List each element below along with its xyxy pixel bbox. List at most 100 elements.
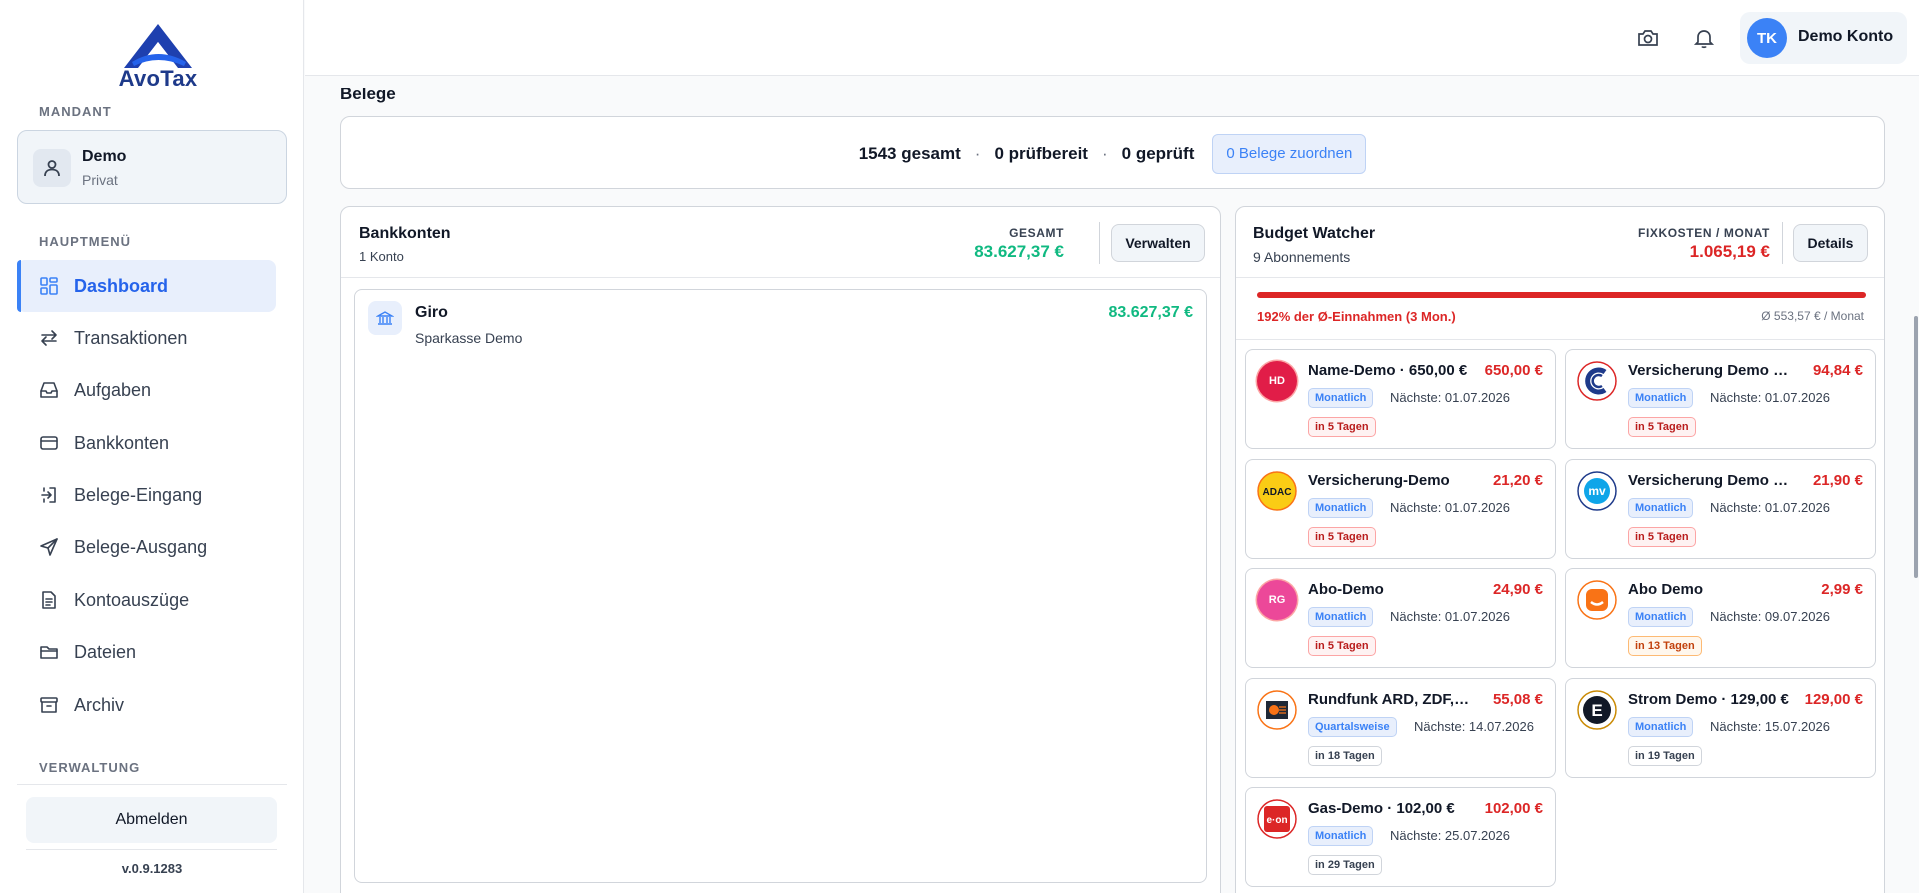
sidebar-item-label: Archiv <box>74 694 125 715</box>
app-version: v.0.9.1283 <box>121 861 183 876</box>
header-divider <box>1782 222 1783 264</box>
avotax-logo[interactable]: AvoTax <box>110 22 206 91</box>
camera-icon[interactable] <box>1636 26 1660 50</box>
subscription-card[interactable]: Abo Demo 2,99 € Monatlich Nächste: 09.07.20… <box>1565 568 1876 668</box>
sidebar-item-aufgaben[interactable]: Aufgaben <box>17 364 276 416</box>
subscription-name: Versicherung Demo · 21,90 € <box>1628 472 1790 489</box>
next-payment-date: Nächste: 01.07.2026 <box>1390 500 1510 515</box>
due-badge: in 5 Tagen <box>1308 636 1376 656</box>
document-icon <box>39 590 59 610</box>
logo-mark-icon <box>124 24 192 68</box>
sidebar-item-archiv[interactable]: Archiv <box>17 679 276 731</box>
subscription-name: Abo-Demo <box>1308 581 1384 598</box>
subscription-price: 102,00 € <box>1484 800 1543 817</box>
logout-button[interactable]: Abmelden <box>26 797 277 843</box>
dashboard-icon <box>39 276 59 296</box>
subscription-logo-icon <box>1257 690 1297 730</box>
sidebar-item-belege-eingang[interactable]: Belege-Eingang <box>17 469 276 521</box>
subscription-logo-icon: RG <box>1257 580 1297 620</box>
panel-divider <box>1236 339 1884 340</box>
belege-checked: 0 geprüft <box>1121 143 1195 163</box>
budget-watcher-panel: Budget Watcher 9 Abonnements FIXKOSTEN /… <box>1235 206 1885 893</box>
subscription-name: Rundfunk ARD, ZDF, Deutschlandradio <box>1308 691 1470 708</box>
due-badge: in 18 Tagen <box>1308 746 1382 766</box>
svg-text:ADAC: ADAC <box>1263 487 1292 498</box>
bank-accounts-panel: Bankkonten 1 Konto GESAMT 83.627,37 € Ve… <box>340 206 1221 893</box>
fixed-costs-label: FIXKOSTEN / MONAT <box>1638 226 1770 240</box>
footer-divider <box>26 849 277 850</box>
main-menu-label: HAUPTMENÜ <box>39 234 132 249</box>
fixed-costs-value: 1.065,19 € <box>1689 242 1770 261</box>
account-list-item[interactable]: Giro Sparkasse Demo 83.627,37 € <box>354 289 1207 883</box>
assign-belege-button[interactable]: 0 Belege zuordnen <box>1212 133 1367 174</box>
subscription-card[interactable]: E Strom Demo · 129,00 € 129,00 € Monatlich N… <box>1565 678 1876 778</box>
manage-accounts-button[interactable]: Verwalten <box>1111 224 1205 262</box>
sidebar-item-label: Dashboard <box>74 275 169 296</box>
frequency-badge: Monatlich <box>1308 607 1374 627</box>
sidebar-item-label: Aufgaben <box>74 379 152 400</box>
sidebar-item-kontoauszüge[interactable]: Kontoauszüge <box>17 574 276 626</box>
scrollbar[interactable] <box>1914 316 1918 578</box>
subscription-price: 650,00 € <box>1484 362 1543 379</box>
next-payment-date: Nächste: 09.07.2026 <box>1710 609 1830 624</box>
subscription-card[interactable]: e·on Gas-Demo · 102,00 € 102,00 € Monatlich… <box>1245 787 1556 887</box>
folder-icon <box>39 642 59 662</box>
sidebar-item-label: Bankkonten <box>74 432 170 453</box>
subscription-card[interactable]: Rundfunk ARD, ZDF, Deutschlandradio 55,08… <box>1245 678 1556 778</box>
next-payment-date: Nächste: 14.07.2026 <box>1414 719 1534 734</box>
subscription-name: Abo Demo <box>1628 581 1703 598</box>
frequency-badge: Monatlich <box>1628 498 1694 518</box>
due-badge: in 5 Tagen <box>1308 527 1376 547</box>
subscription-price: 2,99 € <box>1821 581 1863 598</box>
svg-text:E: E <box>1591 701 1602 720</box>
budget-panel-subtitle: 9 Abonnements <box>1253 249 1351 265</box>
user-name: Demo Konto <box>1798 28 1894 45</box>
subscription-card[interactable]: ADAC Versicherung-Demo 21,20 € Monatlich Näc… <box>1245 459 1556 559</box>
due-badge: in 19 Tagen <box>1628 746 1702 766</box>
bell-icon[interactable] <box>1692 26 1716 50</box>
separator-dot: · <box>1101 143 1108 163</box>
top-bar: TK Demo Konto <box>305 0 1919 76</box>
average-income: Ø 553,57 € / Monat <box>1761 309 1864 323</box>
arrows-icon <box>39 328 59 348</box>
bank-icon <box>368 301 402 335</box>
sidebar-item-label: Belege-Eingang <box>74 484 203 505</box>
inbox-icon <box>39 380 59 400</box>
subscription-card[interactable]: HD Name-Demo · 650,00 € 650,00 € Monatlich N… <box>1245 349 1556 449</box>
budget-progress-fill <box>1257 292 1866 298</box>
mandant-selector[interactable]: Demo Privat <box>17 130 287 204</box>
sidebar-item-belege-ausgang[interactable]: Belege-Ausgang <box>17 521 276 573</box>
subscription-name: Name-Demo · 650,00 € <box>1308 362 1468 379</box>
logo-initials: RG <box>1268 594 1286 606</box>
subscription-card[interactable]: mv Versicherung Demo · 21,90 € 21,90 € Mona… <box>1565 459 1876 559</box>
subscription-price: 21,20 € <box>1492 472 1543 489</box>
next-payment-date: Nächste: 01.07.2026 <box>1710 500 1830 515</box>
subscription-card[interactable]: RG Abo-Demo 24,90 € Monatlich Nächste: 01.07… <box>1245 568 1556 668</box>
due-badge: in 5 Tagen <box>1308 417 1376 437</box>
logo-initials: HD <box>1269 375 1285 387</box>
budget-progress-bar <box>1257 292 1866 298</box>
mandant-type: Privat <box>82 172 118 188</box>
subscription-logo-icon <box>1577 361 1617 401</box>
sidebar-item-dateien[interactable]: Dateien <box>17 626 276 678</box>
login-icon <box>39 485 59 505</box>
frequency-badge: Monatlich <box>1308 388 1374 408</box>
avatar: TK <box>1747 18 1787 58</box>
subscription-price: 55,08 € <box>1492 691 1543 708</box>
account-name: Giro <box>415 304 448 321</box>
next-payment-date: Nächste: 01.07.2026 <box>1710 390 1830 405</box>
archive-icon <box>39 695 59 715</box>
header-divider <box>1099 222 1100 264</box>
sidebar-item-transaktionen[interactable]: Transaktionen <box>17 312 276 364</box>
belege-ready: 0 prüfbereit <box>994 143 1088 163</box>
bank-panel-title: Bankkonten <box>359 225 451 242</box>
sidebar-item-dashboard[interactable]: Dashboard <box>17 260 276 312</box>
account-bank: Sparkasse Demo <box>415 330 523 346</box>
subscription-logo-icon: HD <box>1257 361 1297 401</box>
page-section-title: Belege <box>340 84 396 103</box>
subscription-card[interactable]: Versicherung Demo · 94,84 € 94,84 € Monatl… <box>1565 349 1876 449</box>
mandant-name: Demo <box>82 148 127 165</box>
user-menu[interactable]: TK Demo Konto <box>1740 12 1907 64</box>
budget-details-button[interactable]: Details <box>1793 224 1868 262</box>
sidebar-item-bankkonten[interactable]: Bankkonten <box>17 417 276 469</box>
